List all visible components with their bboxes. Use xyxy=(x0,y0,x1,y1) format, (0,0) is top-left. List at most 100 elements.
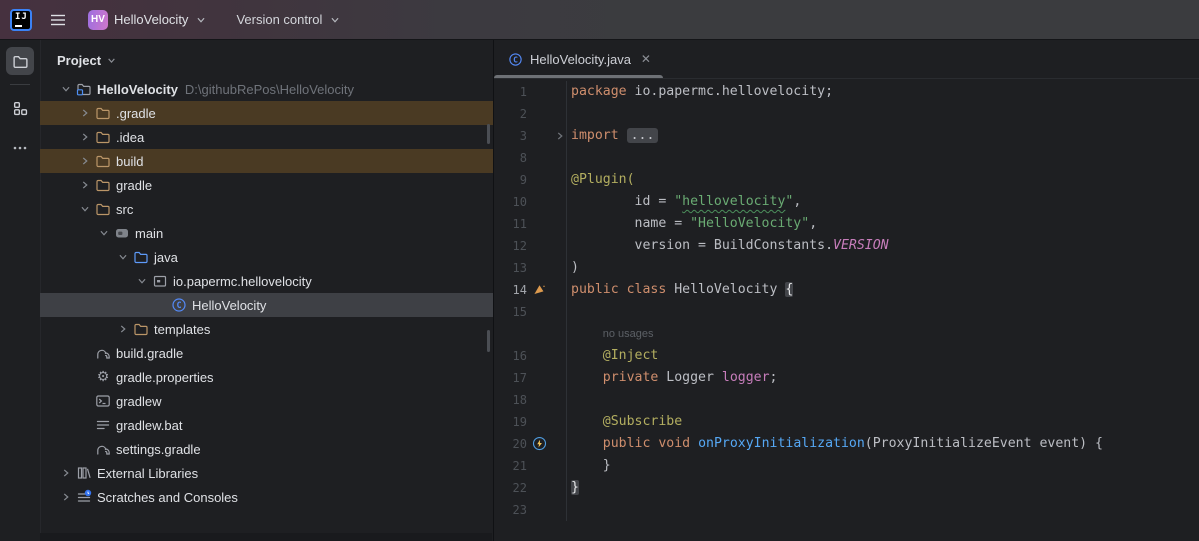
line-number: 15 xyxy=(494,301,527,323)
tree-item-main[interactable]: main xyxy=(40,221,493,245)
code-text[interactable]: public void onProxyInitialization(ProxyI… xyxy=(566,433,1199,455)
tree-item-label: gradlew.bat xyxy=(116,418,183,433)
code-editor[interactable]: 1package io.papermc.hellovelocity;23impo… xyxy=(494,79,1199,521)
code-text[interactable]: ) xyxy=(566,257,1199,279)
chevron-right-icon[interactable] xyxy=(57,465,75,481)
chevron-right-icon[interactable] xyxy=(76,129,94,145)
tree-item--gradle[interactable]: .gradle xyxy=(40,101,493,125)
chevron-spacer xyxy=(76,345,94,361)
chevron-down-icon[interactable] xyxy=(133,273,151,289)
code-line-1: 1 package io.papermc.hellovelocity; xyxy=(494,81,1199,103)
tree-item-gradle[interactable]: gradle xyxy=(40,173,493,197)
code-line-15: 15 xyxy=(494,301,1199,323)
token-brc: } xyxy=(571,480,579,495)
code-line-14: 14public class HelloVelocity { xyxy=(494,279,1199,301)
more-tool-windows-button[interactable] xyxy=(12,140,28,159)
tree-item-label: gradlew xyxy=(116,394,162,409)
token-fld: logger xyxy=(722,370,770,385)
tree-item-java[interactable]: java xyxy=(40,245,493,269)
token-brc: { xyxy=(785,282,793,297)
scratches-icon xyxy=(75,489,93,505)
project-scrollbar-thumb[interactable] xyxy=(487,330,490,352)
code-text[interactable]: private Logger logger; xyxy=(566,367,1199,389)
line-number: 1 xyxy=(494,81,527,103)
code-text[interactable] xyxy=(566,499,1199,521)
tree-item-external-libraries[interactable]: External Libraries xyxy=(40,461,493,485)
project-badge: HV xyxy=(88,10,108,30)
chevron-down-icon[interactable] xyxy=(114,249,132,265)
hamburger-menu-icon[interactable] xyxy=(50,12,66,28)
token-pl xyxy=(619,128,627,143)
code-text[interactable]: import ... xyxy=(566,125,1199,147)
chevron-right-icon[interactable] xyxy=(114,321,132,337)
tree-item-settings-gradle[interactable]: settings.gradle xyxy=(40,437,493,461)
class-icon: C xyxy=(508,52,523,67)
tree-item-label: settings.gradle xyxy=(116,442,201,457)
code-text[interactable]: @Subscribe xyxy=(566,411,1199,433)
chevron-down-icon[interactable] xyxy=(95,225,113,241)
structure-tool-window-button[interactable] xyxy=(6,94,34,122)
close-icon[interactable]: ✕ xyxy=(641,52,651,66)
token-pl: HelloVelocity xyxy=(666,282,785,297)
token-pl xyxy=(571,414,603,429)
code-text[interactable] xyxy=(566,147,1199,169)
tree-item-build[interactable]: build xyxy=(40,149,493,173)
folder-icon xyxy=(94,201,112,217)
code-text[interactable] xyxy=(566,389,1199,411)
tree-item-io-papermc-hellovelocity[interactable]: io.papermc.hellovelocity xyxy=(40,269,493,293)
chevron-right-icon[interactable] xyxy=(76,177,94,193)
token-mth: onProxyInitialization xyxy=(698,436,865,451)
main-toolbar: IJ HV HelloVelocity Version control xyxy=(0,0,1199,40)
code-line-20: 20 public void onProxyInitialization(Pro… xyxy=(494,433,1199,455)
code-text[interactable]: } xyxy=(566,477,1199,499)
tree-item-scratches-and-consoles[interactable]: Scratches and Consoles xyxy=(40,485,493,509)
tree-item-build-gradle[interactable]: build.gradle xyxy=(40,341,493,365)
code-text[interactable]: @Plugin( xyxy=(566,169,1199,191)
code-text[interactable]: version = BuildConstants.VERSION xyxy=(566,235,1199,257)
project-icon xyxy=(75,81,93,97)
chevron-right-icon[interactable] xyxy=(57,489,75,505)
tree-item-gradle-properties[interactable]: ⚙gradle.properties xyxy=(40,365,493,389)
tree-item-templates[interactable]: templates xyxy=(40,317,493,341)
tree-item-gradlew-bat[interactable]: gradlew.bat xyxy=(40,413,493,437)
token-pl: , xyxy=(809,216,817,231)
version-control-selector[interactable]: Version control xyxy=(236,12,342,27)
chevron-down-icon[interactable] xyxy=(76,201,94,217)
project-tool-window-button[interactable] xyxy=(6,47,34,75)
chevron-spacer xyxy=(76,417,94,433)
editor-tab-hellovelocity-java[interactable]: C HelloVelocity.java ✕ xyxy=(494,40,663,78)
token-kw: package xyxy=(571,84,627,99)
code-text[interactable] xyxy=(566,301,1199,323)
token-pl: } xyxy=(571,458,611,473)
project-scrollbar-thumb[interactable] xyxy=(487,124,490,144)
line-number: 17 xyxy=(494,367,527,389)
module-icon xyxy=(113,225,131,241)
chevron-down-icon[interactable] xyxy=(57,81,75,97)
line-number: 13 xyxy=(494,257,527,279)
code-text[interactable]: name = "HelloVelocity", xyxy=(566,213,1199,235)
gutter xyxy=(527,279,566,301)
code-text[interactable]: public class HelloVelocity { xyxy=(566,279,1199,301)
chevron-right-icon[interactable] xyxy=(76,105,94,121)
code-text[interactable] xyxy=(566,103,1199,125)
gutter xyxy=(527,367,566,389)
code-text[interactable]: no usages xyxy=(566,323,1199,345)
tree-item-src[interactable]: src xyxy=(40,197,493,221)
chevron-right-icon[interactable] xyxy=(76,153,94,169)
token-inlay: no usages xyxy=(603,328,654,340)
tree-item--idea[interactable]: .idea xyxy=(40,125,493,149)
tree-item-hellovelocity[interactable]: CHelloVelocity xyxy=(40,293,493,317)
tree-item-hellovelocity[interactable]: HelloVelocityD:\githubRePos\HelloVelocit… xyxy=(40,77,493,101)
code-text[interactable]: @Inject xyxy=(566,345,1199,367)
inlay-hint-row: no usages xyxy=(494,323,1199,345)
tree-item-label: build.gradle xyxy=(116,346,183,361)
token-pl: io.papermc.hellovelocity; xyxy=(627,84,833,99)
code-text[interactable]: package io.papermc.hellovelocity; xyxy=(566,81,1199,103)
project-view-selector[interactable]: Project xyxy=(40,40,493,77)
chevron-down-icon xyxy=(194,13,208,27)
tree-item-gradlew[interactable]: gradlew xyxy=(40,389,493,413)
folder-icon xyxy=(94,177,112,193)
project-selector[interactable]: HV HelloVelocity xyxy=(88,10,208,30)
code-text[interactable]: } xyxy=(566,455,1199,477)
code-text[interactable]: id = "hellovelocity", xyxy=(566,191,1199,213)
